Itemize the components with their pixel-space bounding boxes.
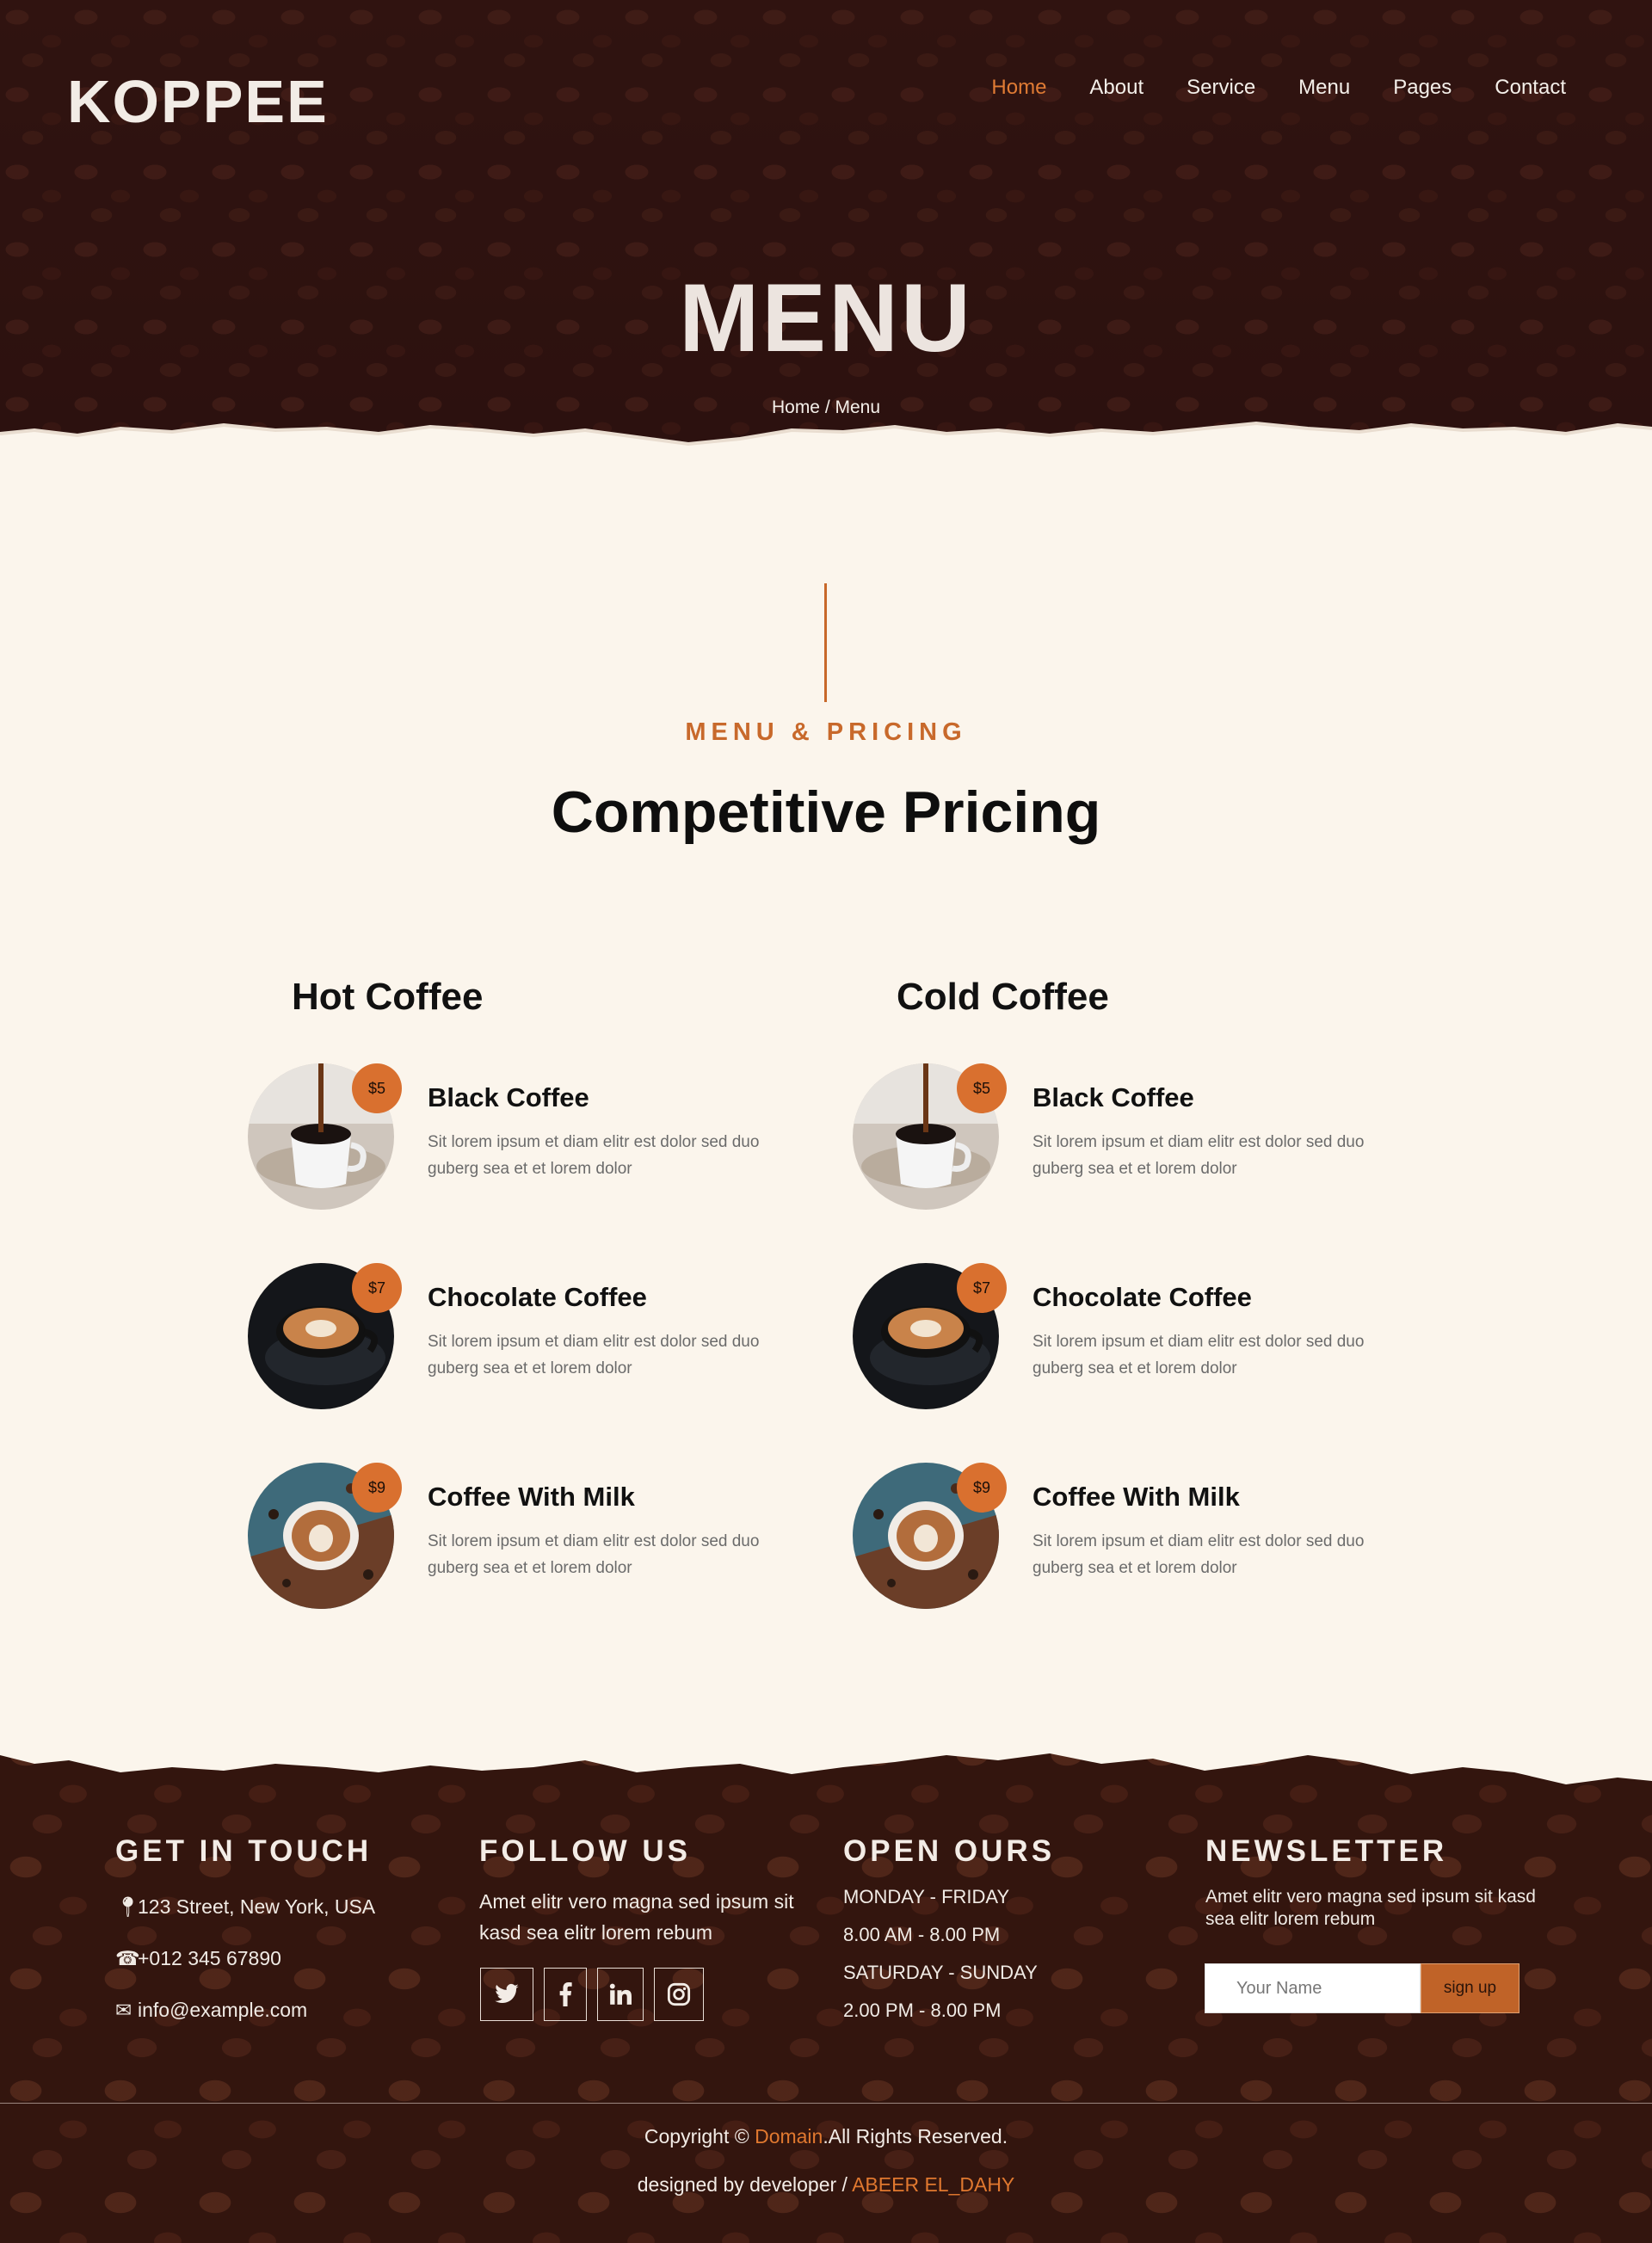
follow-text: Amet elitr vero magna sed ipsum sit kasd… bbox=[479, 1890, 794, 1944]
hours-line: SATURDAY - SUNDAY bbox=[843, 1962, 1038, 1983]
newsletter-name-input[interactable] bbox=[1205, 1963, 1421, 2013]
footer-divider bbox=[0, 2103, 1652, 2104]
torn-paper-edge-top bbox=[0, 421, 1652, 482]
menu-item[interactable]: $7 Chocolate Coffee Sit lorem ipsum et d… bbox=[853, 1263, 1403, 1409]
price-badge: $9 bbox=[352, 1463, 402, 1513]
price-badge: $7 bbox=[352, 1263, 402, 1313]
price-badge: $9 bbox=[957, 1463, 1007, 1513]
credit-prefix: designed by developer / bbox=[637, 2173, 853, 2196]
contact-phone: ☎+012 345 67890 bbox=[115, 1947, 281, 1970]
section-kicker: MENU & PRICING bbox=[685, 718, 967, 746]
item-name: Chocolate Coffee bbox=[428, 1282, 647, 1312]
nav-item-menu[interactable]: Menu bbox=[1298, 76, 1350, 100]
social-links bbox=[480, 1968, 714, 2021]
main-nav: Home About Service Menu Pages Contact bbox=[948, 76, 1566, 100]
newsletter-text: Amet elitr vero magna sed ipsum sit kasd… bbox=[1205, 1887, 1536, 1929]
domain-link[interactable]: Domain bbox=[755, 2125, 823, 2147]
footer-heading-hours: OPEN OURS bbox=[843, 1834, 1056, 1868]
nav-item-about[interactable]: About bbox=[1089, 76, 1143, 100]
item-name: Black Coffee bbox=[1032, 1082, 1194, 1112]
item-name: Chocolate Coffee bbox=[1032, 1282, 1252, 1312]
map-pin-icon: 📍︎ bbox=[115, 1895, 141, 1918]
item-description: Sit lorem ipsum et diam elitr est dolor … bbox=[1032, 1532, 1365, 1577]
nav-item-pages[interactable]: Pages bbox=[1393, 76, 1452, 100]
price-badge: $5 bbox=[957, 1063, 1007, 1113]
footer-heading-follow: FOLLOW US bbox=[479, 1834, 691, 1868]
price-badge: $7 bbox=[957, 1263, 1007, 1313]
menu-item[interactable]: $5 Black Coffee Sit lorem ipsum et diam … bbox=[853, 1063, 1403, 1210]
contact-email: ✉ info@example.com bbox=[115, 1999, 307, 2022]
column-title-hot: Hot Coffee bbox=[292, 976, 484, 1018]
hours-line: 2.00 PM - 8.00 PM bbox=[843, 2000, 1002, 2021]
newsletter-form: sign up bbox=[1205, 1963, 1519, 2013]
hours-line: 8.00 AM - 8.00 PM bbox=[843, 1924, 1001, 1945]
facebook-icon[interactable] bbox=[544, 1968, 587, 2021]
menu-item[interactable]: $7 Chocolate Coffee Sit lorem ipsum et d… bbox=[248, 1263, 798, 1409]
signup-button[interactable]: sign up bbox=[1421, 1963, 1519, 2013]
instagram-icon[interactable] bbox=[654, 1968, 704, 2021]
menu-item[interactable]: $9 Coffee With Milk Sit lorem ipsum et d… bbox=[248, 1463, 798, 1609]
item-description: Sit lorem ipsum et diam elitr est dolor … bbox=[428, 1532, 760, 1577]
menu-item[interactable]: $9 Coffee With Milk Sit lorem ipsum et d… bbox=[853, 1463, 1403, 1609]
item-description: Sit lorem ipsum et diam elitr est dolor … bbox=[428, 1333, 760, 1377]
section-title: Competitive Pricing bbox=[551, 780, 1101, 845]
menu-item[interactable]: $5 Black Coffee Sit lorem ipsum et diam … bbox=[248, 1063, 798, 1210]
item-name: Coffee With Milk bbox=[428, 1482, 635, 1512]
envelope-icon: ✉ bbox=[115, 1999, 133, 2021]
footer-heading-contact: GET IN TOUCH bbox=[115, 1834, 373, 1868]
price-badge: $5 bbox=[352, 1063, 402, 1113]
torn-paper-edge-bottom bbox=[0, 1729, 1652, 1784]
copyright-prefix: Copyright © bbox=[644, 2125, 755, 2147]
address-text: 123 Street, New York, USA bbox=[138, 1895, 376, 1918]
developer-link[interactable]: ABEER EL_DAHY bbox=[852, 2173, 1014, 2196]
section-divider-line bbox=[824, 583, 827, 702]
email-text: info@example.com bbox=[138, 1999, 308, 2021]
item-name: Coffee With Milk bbox=[1032, 1482, 1240, 1512]
item-description: Sit lorem ipsum et diam elitr est dolor … bbox=[1032, 1133, 1365, 1178]
phone-text: +012 345 67890 bbox=[138, 1947, 281, 1969]
footer-heading-newsletter: NEWSLETTER bbox=[1205, 1834, 1448, 1868]
item-description: Sit lorem ipsum et diam elitr est dolor … bbox=[1032, 1333, 1365, 1377]
nav-item-contact[interactable]: Contact bbox=[1495, 76, 1566, 100]
item-name: Black Coffee bbox=[428, 1082, 589, 1112]
nav-item-service[interactable]: Service bbox=[1187, 76, 1255, 100]
site-logo[interactable]: KOPPEE bbox=[67, 67, 329, 136]
credit-line: designed by developer / ABEER EL_DAHY bbox=[0, 2173, 1652, 2197]
linkedin-icon[interactable] bbox=[597, 1968, 644, 2021]
copyright-line: Copyright © Domain.All Rights Reserved. bbox=[0, 2125, 1652, 2148]
page-title: MENU bbox=[679, 264, 973, 372]
hours-line: MONDAY - FRIDAY bbox=[843, 1886, 1010, 1907]
item-description: Sit lorem ipsum et diam elitr est dolor … bbox=[428, 1133, 760, 1178]
nav-item-home[interactable]: Home bbox=[991, 76, 1046, 100]
twitter-icon[interactable] bbox=[480, 1968, 533, 2021]
column-title-cold: Cold Coffee bbox=[897, 976, 1109, 1018]
copyright-suffix: .All Rights Reserved. bbox=[823, 2125, 1008, 2147]
contact-address: 📍︎123 Street, New York, USA bbox=[115, 1895, 375, 1919]
phone-icon: ☎ bbox=[115, 1947, 140, 1969]
